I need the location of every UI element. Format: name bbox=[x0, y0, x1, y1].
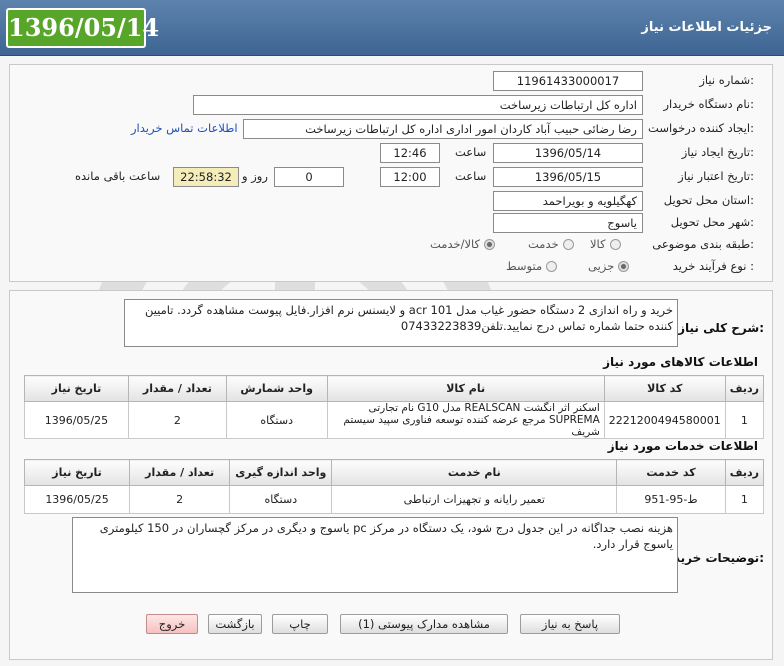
cell-qty: 2 bbox=[129, 485, 231, 514]
attachments-button[interactable]: مشاهده مدارک پیوستی (1) bbox=[340, 614, 508, 634]
services-col-code: کد خدمت bbox=[616, 459, 726, 486]
services-table: ردیف کد خدمت نام خدمت واحد اندازه گیری ت… bbox=[23, 459, 765, 514]
cell-code: ط-95-951 bbox=[616, 485, 726, 514]
buyer-org-field: اداره کل ارتباطات زیرساخت bbox=[193, 95, 643, 115]
table-row: 1 2221200494580001 اسکنر اثر انگشت REALS… bbox=[24, 401, 765, 439]
cell-unit: دستگاه bbox=[225, 401, 328, 439]
cell-name: تعمیر رایانه و تجهیزات ارتباطی bbox=[331, 485, 618, 514]
city-label: شهر محل تحویل: bbox=[670, 215, 754, 229]
buyer-org-label: نام دستگاه خریدار: bbox=[663, 97, 754, 111]
goods-col-code: کد کالا bbox=[603, 375, 726, 402]
goods-col-name: نام کالا bbox=[326, 375, 605, 402]
cell-date: 1396/05/25 bbox=[24, 401, 129, 439]
need-number-field: 11961433000017 bbox=[493, 71, 643, 91]
radio-icon bbox=[562, 239, 574, 250]
cell-name: اسکنر اثر انگشت REALSCAN مدل G10 نام تجا… bbox=[326, 401, 605, 439]
details-panel: شرح کلی نیاز: خرید و راه اندازی 2 دستگاه… bbox=[9, 290, 773, 660]
created-time-field: 12:46 bbox=[380, 143, 440, 163]
radio-selected-icon bbox=[618, 261, 630, 272]
table-row: 1 ط-95-951 تعمیر رایانه و تجهیزات ارتباط… bbox=[23, 485, 765, 514]
days-label: روز و bbox=[242, 169, 268, 183]
radio-selected-icon bbox=[484, 239, 496, 250]
requester-field: رضا رضائی حبیب آباد کاردان امور اداری اد… bbox=[243, 119, 643, 139]
deadline-label: تاریخ اعتبار نیاز: bbox=[678, 169, 754, 183]
summary-text: خرید و راه اندازی 2 دستگاه حضور غیاب مدل… bbox=[124, 299, 678, 347]
reply-button[interactable]: پاسخ به نیاز bbox=[520, 614, 620, 634]
category-radio-goods[interactable]: کالا bbox=[590, 237, 621, 251]
created-date-label: تاریخ ایجاد نیاز: bbox=[681, 145, 754, 159]
goods-table: ردیف کد کالا نام کالا واحد شمارش تعداد /… bbox=[24, 375, 765, 439]
page-title: جزئیات اطلاعات نیاز bbox=[641, 20, 772, 35]
radio-icon bbox=[609, 239, 621, 250]
services-col-row: ردیف bbox=[724, 459, 765, 486]
goods-col-unit: واحد شمارش bbox=[225, 375, 328, 402]
date-badge: 1396/05/14 bbox=[6, 8, 159, 48]
services-col-date: تاریخ نیاز bbox=[23, 459, 131, 486]
goods-col-date: تاریخ نیاز bbox=[24, 375, 129, 402]
deadline-time-label: ساعت bbox=[455, 169, 487, 183]
cell-code: 2221200494580001 bbox=[603, 401, 726, 439]
buyer-notes-text: هزینه نصب جداگانه در این جدول درج شود، ی… bbox=[72, 517, 678, 593]
process-radio-minor[interactable]: جزیی bbox=[588, 259, 630, 273]
purchase-process-label: نوع فرآیند خرید : bbox=[672, 259, 754, 273]
services-section-title: اطلاعات خدمات مورد نیاز bbox=[607, 439, 758, 453]
remaining-time-field: 22:58:32 bbox=[173, 167, 239, 187]
goods-col-row: ردیف bbox=[724, 375, 765, 402]
province-field: کهگیلویه و بویراحمد bbox=[493, 191, 643, 211]
services-col-unit: واحد اندازه گیری bbox=[229, 459, 333, 486]
services-col-qty: تعداد / مقدار bbox=[129, 459, 231, 486]
radio-icon bbox=[546, 261, 558, 272]
deadline-date-field: 1396/05/15 bbox=[493, 167, 643, 187]
province-label: استان محل تحویل: bbox=[663, 193, 754, 207]
created-time-label: ساعت bbox=[455, 145, 487, 159]
cell-unit: دستگاه bbox=[229, 485, 333, 514]
remaining-time-label: ساعت باقی مانده bbox=[75, 169, 161, 183]
buyer-contact-link[interactable]: اطلاعات تماس خریدار bbox=[131, 121, 238, 135]
cell-row: 1 bbox=[724, 485, 765, 514]
requester-label: ایجاد کننده درخواست: bbox=[648, 121, 754, 135]
need-info-panel: شماره نیاز: 11961433000017 نام دستگاه خر… bbox=[9, 64, 773, 282]
category-radio-goods-service[interactable]: کالا/خدمت bbox=[430, 237, 496, 251]
print-button[interactable]: چاپ bbox=[272, 614, 328, 634]
city-field: یاسوج bbox=[493, 213, 643, 233]
cell-date: 1396/05/25 bbox=[23, 485, 131, 514]
deadline-time-field: 12:00 bbox=[380, 167, 440, 187]
need-number-label: شماره نیاز: bbox=[699, 73, 754, 87]
summary-label: شرح کلی نیاز: bbox=[678, 321, 764, 335]
exit-button[interactable]: خروج bbox=[146, 614, 198, 634]
cell-qty: 2 bbox=[127, 401, 227, 439]
created-date-field: 1396/05/14 bbox=[493, 143, 643, 163]
category-radio-service[interactable]: خدمت bbox=[528, 237, 574, 251]
process-radio-medium[interactable]: متوسط bbox=[506, 259, 558, 273]
days-remaining-field: 0 bbox=[274, 167, 344, 187]
back-button[interactable]: بازگشت bbox=[208, 614, 262, 634]
services-col-name: نام خدمت bbox=[331, 459, 618, 486]
category-label: طبقه بندی موضوعی: bbox=[652, 237, 754, 251]
goods-col-qty: تعداد / مقدار bbox=[127, 375, 227, 402]
title-bar: جزئیات اطلاعات نیاز 1396/05/14 bbox=[0, 0, 784, 56]
cell-row: 1 bbox=[724, 401, 765, 439]
goods-section-title: اطلاعات کالاهای مورد نیاز bbox=[603, 355, 758, 369]
